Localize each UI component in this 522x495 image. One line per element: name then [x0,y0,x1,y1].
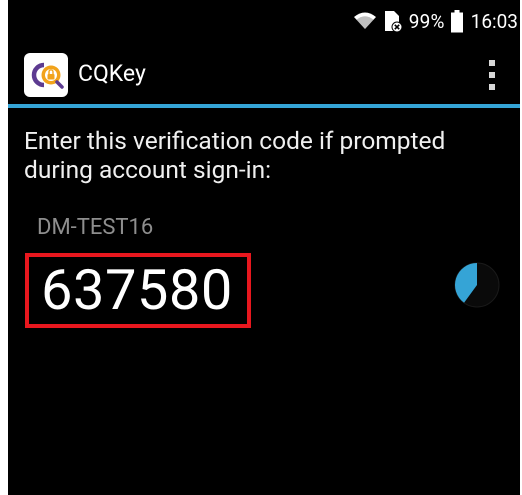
countdown-timer-icon [453,261,501,309]
clock: 16:03 [470,9,518,33]
no-sim-icon [383,9,403,33]
app-bar-divider [8,104,520,108]
cqkey-logo-icon [24,53,68,97]
battery-icon [450,9,463,33]
code-highlight-box: 637580 [25,253,251,328]
menu-dot [489,84,495,90]
phone-screen: 99% 16:03 CQKey Enter this verification … [8,0,520,495]
instruction-text: Enter this verification code if prompted… [24,126,446,184]
app-bar: CQKey [8,42,520,106]
verification-code[interactable]: 637580 [41,255,233,325]
status-icons: 99% 16:03 [353,0,518,42]
app-title: CQKey [78,60,146,87]
status-bar: 99% 16:03 [8,0,520,42]
menu-dot [489,72,495,78]
wifi-icon [353,11,377,31]
account-name: DM-TEST16 [37,215,154,240]
overflow-menu-button[interactable] [486,60,498,90]
battery-percent: 99% [408,9,445,33]
overflow-menu-icon [489,60,495,66]
